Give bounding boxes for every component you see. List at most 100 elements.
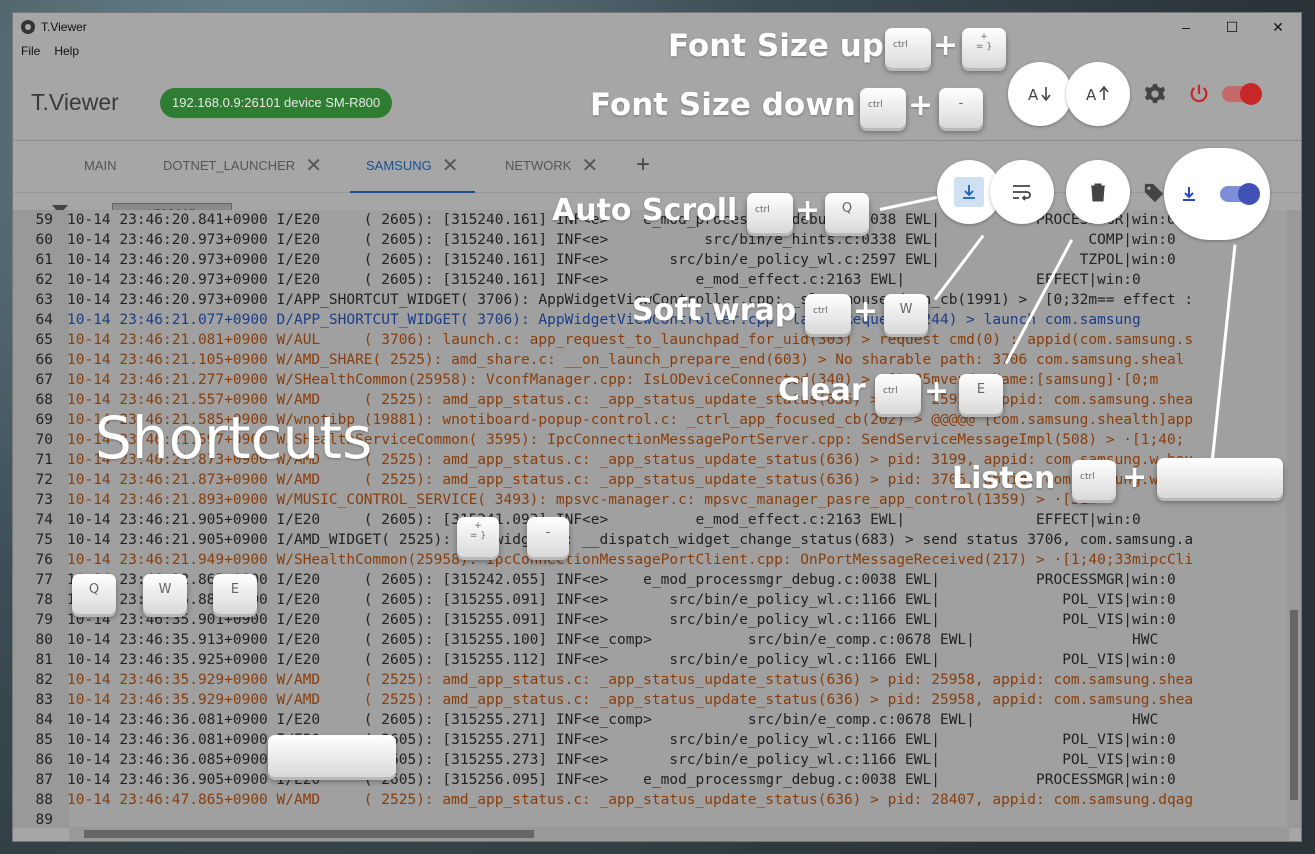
log-row[interactable]: 66 10-14 23:46:21.105+0900 W/AMD_SHARE( 2…: [13, 350, 1289, 370]
log-row[interactable]: 77 10-14 23:46:22.865+0900 I/E20 ( 2605):…: [13, 570, 1289, 590]
tag-icon[interactable]: [1143, 182, 1165, 204]
line-number: 83: [35, 692, 53, 708]
key-label: W: [899, 302, 913, 317]
log-row[interactable]: 62 10-14 23:46:20.973+0900 I/E20 ( 2605):…: [13, 270, 1289, 290]
log-row[interactable]: 74 10-14 23:46:21.905+0900 I/E20 ( 2605):…: [13, 510, 1289, 530]
app-brand: T.Viewer: [31, 89, 119, 115]
clear-button[interactable]: [1066, 160, 1130, 224]
log-text: 10-14 23:46:21.081+0900 W/AUL ( 3706): l…: [67, 332, 1194, 348]
key-label: -: [545, 525, 551, 540]
log-row[interactable]: 80 10-14 23:46:35.913+0900 I/E20 ( 2605):…: [13, 630, 1289, 650]
device-chip[interactable]: 192.168.0.9:26101 device SM-R800: [160, 88, 393, 118]
log-text: 10-14 23:46:36.081+0900 I/E20 ( 2605): […: [67, 712, 1159, 728]
line-number: 87: [35, 772, 53, 788]
close-window-button[interactable]: ✕: [1255, 13, 1301, 41]
listen-toggle[interactable]: [1220, 183, 1260, 205]
close-tab-icon[interactable]: ✕: [305, 156, 322, 176]
log-text: 10-14 23:46:47.865+0900 W/AMD ( 2525): a…: [67, 792, 1194, 808]
plus-sign: +: [908, 88, 934, 123]
shortcuts-title: Shortcuts: [95, 404, 373, 472]
log-row[interactable]: 76 10-14 23:46:21.949+0900 W/SHealthCommo…: [13, 550, 1289, 570]
power-icon[interactable]: [1188, 83, 1210, 105]
connection-toggle[interactable]: [1222, 83, 1262, 105]
log-row[interactable]: 60 10-14 23:46:20.973+0900 I/E20 ( 2605):…: [13, 230, 1289, 250]
q-key: Q: [825, 193, 869, 233]
log-text: 10-14 23:46:21.905+0900 I/E20 ( 2605): […: [67, 512, 1141, 528]
line-number: 66: [35, 352, 53, 368]
menu-bar: File Help: [13, 41, 1301, 61]
w-key: W: [143, 574, 187, 614]
log-row[interactable]: 61 10-14 23:46:20.973+0900 I/E20 ( 2605):…: [13, 250, 1289, 270]
line-number: 80: [35, 632, 53, 648]
listen-icon[interactable]: [1180, 185, 1198, 203]
line-number: 61: [35, 252, 53, 268]
line-number: 70: [35, 432, 53, 448]
soft-wrap-label: Soft wrap: [632, 293, 797, 328]
vertical-scroll-thumb[interactable]: [1290, 610, 1298, 800]
log-row[interactable]: 87 10-14 23:46:36.905+0900 I/E20 ( 2605):…: [13, 770, 1289, 790]
font-increase-icon: A: [1086, 85, 1109, 104]
plus-sign: +: [1122, 460, 1148, 495]
key-label: ctrl: [813, 306, 828, 316]
log-text: 10-14 23:46:20.973+0900 I/E20 ( 2605): […: [67, 232, 1176, 248]
log-row[interactable]: 78 10-14 23:46:35.881+0900 I/E20 ( 2605):…: [13, 590, 1289, 610]
font-decrease-button[interactable]: A: [1008, 62, 1072, 126]
close-tab-icon[interactable]: ✕: [442, 156, 459, 176]
line-number: 82: [35, 672, 53, 688]
minimize-button[interactable]: –: [1163, 13, 1209, 41]
tab-dotnet-launcher[interactable]: DOTNET_LAUNCHER ✕: [163, 156, 322, 176]
add-tab-button[interactable]: +: [636, 151, 650, 179]
key-label: E: [230, 582, 240, 597]
line-number: 76: [35, 552, 53, 568]
minus-key: -: [939, 88, 983, 128]
menu-help[interactable]: Help: [54, 44, 79, 58]
line-number: 65: [35, 332, 53, 348]
tab-main[interactable]: MAIN: [84, 158, 117, 173]
log-row[interactable]: 81 10-14 23:46:35.925+0900 I/E20 ( 2605):…: [13, 650, 1289, 670]
key-label: ctrl: [893, 40, 908, 50]
log-text: 10-14 23:46:35.925+0900 I/E20 ( 2605): […: [67, 652, 1176, 668]
font-size-down-label: Font Size down: [590, 87, 856, 123]
horizontal-scrollbar[interactable]: [69, 827, 1289, 841]
key-label: E: [976, 382, 986, 397]
key-label: Q: [841, 201, 853, 216]
e-key: E: [213, 574, 257, 614]
log-row[interactable]: 67 10-14 23:46:21.277+0900 W/SHealthCommo…: [13, 370, 1289, 390]
tab-network[interactable]: NETWORK ✕: [505, 156, 598, 176]
log-row[interactable]: 89: [13, 810, 1289, 828]
toggle-knob: [1238, 183, 1260, 205]
close-tab-icon[interactable]: ✕: [581, 156, 598, 176]
soft-wrap-button[interactable]: [990, 160, 1054, 224]
tab-label: MAIN: [84, 158, 117, 173]
log-row[interactable]: 65 10-14 23:46:21.081+0900 W/AUL ( 3706):…: [13, 330, 1289, 350]
clear-label: Clear: [778, 373, 866, 408]
line-number: 73: [35, 492, 53, 508]
vertical-scrollbar[interactable]: [1287, 210, 1301, 828]
log-row[interactable]: 85 10-14 23:46:36.081+0900 I/E20 ( 2605):…: [13, 730, 1289, 750]
settings-icon[interactable]: [1144, 83, 1166, 105]
log-text: 10-14 23:46:35.929+0900 W/AMD ( 2525): a…: [67, 672, 1194, 688]
log-row[interactable]: 86 10-14 23:46:36.085+0900 I/E20 ( 2605):…: [13, 750, 1289, 770]
log-row[interactable]: 75 10-14 23:46:21.905+0900 I/AMD_WIDGET( …: [13, 530, 1289, 550]
ctrl-key: ctrl: [805, 294, 851, 334]
svg-text:A: A: [1028, 86, 1039, 104]
font-increase-button[interactable]: A: [1066, 62, 1130, 126]
menu-file[interactable]: File: [21, 44, 40, 58]
log-row[interactable]: 83 10-14 23:46:35.929+0900 W/AMD ( 2525):…: [13, 690, 1289, 710]
log-text: 10-14 23:46:20.973+0900 I/E20 ( 2605): […: [67, 252, 1176, 268]
horizontal-scroll-thumb[interactable]: [84, 830, 534, 838]
tab-samsung[interactable]: SAMSUNG ✕: [366, 156, 459, 176]
log-text: 10-14 23:46:35.901+0900 I/E20 ( 2605): […: [67, 612, 1176, 628]
tab-label: SAMSUNG: [366, 158, 432, 173]
line-number: 71: [35, 452, 53, 468]
log-row[interactable]: 79 10-14 23:46:35.901+0900 I/E20 ( 2605):…: [13, 610, 1289, 630]
line-number: 69: [35, 412, 53, 428]
maximize-button[interactable]: ☐: [1209, 13, 1255, 41]
log-row[interactable]: 88 10-14 23:46:47.865+0900 W/AMD ( 2525):…: [13, 790, 1289, 810]
log-text: 10-14 23:46:21.949+0900 W/SHealthCommon(…: [67, 552, 1194, 568]
log-row[interactable]: 82 10-14 23:46:35.929+0900 W/AMD ( 2525):…: [13, 670, 1289, 690]
log-row[interactable]: 84 10-14 23:46:36.081+0900 I/E20 ( 2605):…: [13, 710, 1289, 730]
plus-key: + = }: [457, 517, 499, 557]
line-number: 78: [35, 592, 53, 608]
line-number: 89: [35, 812, 53, 828]
